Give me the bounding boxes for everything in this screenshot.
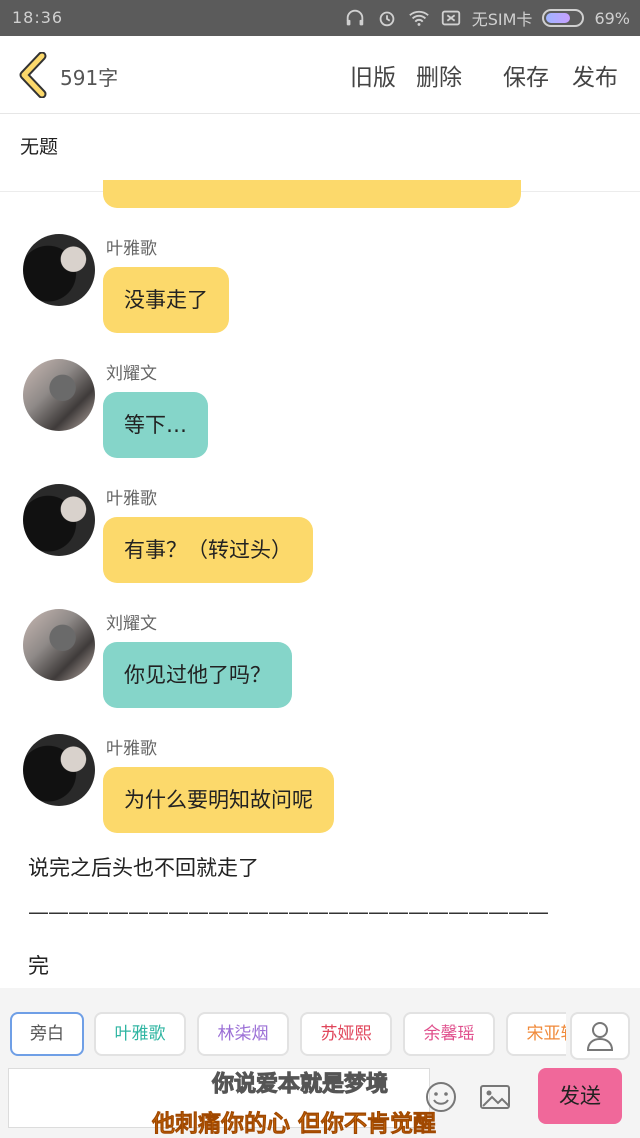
message-bubble: 为什么要明知故问呢 <box>103 767 334 833</box>
avatar <box>23 484 95 556</box>
back-icon[interactable] <box>16 52 50 98</box>
avatar <box>23 234 95 306</box>
word-count: 591字 <box>60 66 119 90</box>
divider-line: —————————————————————————— <box>28 900 549 924</box>
message-bubble: 你见过他了吗？ <box>103 642 292 708</box>
status-icons: 无SIM卡 69% <box>344 6 630 30</box>
chat-message[interactable]: 叶雅歌 有事？（转过头） <box>0 484 640 594</box>
image-icon[interactable] <box>478 1080 512 1114</box>
role-chip[interactable]: 苏娅熙 <box>300 1012 392 1056</box>
avatar <box>23 734 95 806</box>
message-bubble: 有事？（转过头） <box>103 517 313 583</box>
publish-button[interactable]: 发布 <box>572 58 618 92</box>
sim-status: 无SIM卡 <box>471 10 533 29</box>
lyrics-overlay-line2: 他刺痛你的心 但你不肯觉醒 <box>152 1111 437 1138</box>
avatar <box>23 609 95 681</box>
speaker-name: 叶雅歌 <box>106 739 157 759</box>
end-text[interactable]: 完 <box>28 950 49 980</box>
battery-fill <box>546 13 570 23</box>
delete-button[interactable]: 删除 <box>416 58 462 92</box>
role-chip[interactable]: 叶雅歌 <box>94 1012 186 1056</box>
role-chip-narrator[interactable]: 旁白 <box>10 1012 84 1056</box>
role-chip[interactable]: 余馨瑶 <box>403 1012 495 1056</box>
no-sim-icon <box>441 10 460 26</box>
lyrics-overlay-line1: 你说爱本就是梦境 <box>211 1072 389 1098</box>
narration-text[interactable]: 说完之后头也不回就走了 <box>28 852 259 882</box>
previous-message-bubble <box>103 180 521 208</box>
status-bar: 18:36 无SIM卡 69% <box>0 0 640 36</box>
speaker-name: 刘耀文 <box>106 614 157 634</box>
alarm-icon <box>379 11 395 27</box>
add-role-button[interactable] <box>570 1012 630 1060</box>
save-button[interactable]: 保存 <box>503 58 549 92</box>
wifi-icon <box>408 10 429 26</box>
speaker-name: 叶雅歌 <box>106 239 157 259</box>
message-bubble: 等下… <box>103 392 208 458</box>
avatar <box>23 359 95 431</box>
user-icon <box>586 1022 614 1051</box>
send-button[interactable]: 发送 <box>538 1068 622 1124</box>
role-selector: 旁白 叶雅歌 林柒烟 苏娅熙 余馨瑶 宋亚轩 <box>0 1000 566 1060</box>
message-bubble: 没事走了 <box>103 267 229 333</box>
speaker-name: 叶雅歌 <box>106 489 157 509</box>
battery-percent: 69% <box>594 8 630 28</box>
battery-icon <box>542 9 585 27</box>
story-title: 无题 <box>20 136 59 158</box>
headset-icon <box>346 9 363 26</box>
chat-message[interactable]: 叶雅歌 没事走了 <box>0 234 640 344</box>
editor-header: 591字 旧版 删除 保存 发布 <box>0 36 640 114</box>
role-chip[interactable]: 林柒烟 <box>197 1012 289 1056</box>
status-time: 18:36 <box>12 8 64 27</box>
role-chip[interactable]: 宋亚轩 <box>506 1012 566 1056</box>
chat-message[interactable]: 刘耀文 等下… <box>0 359 640 469</box>
speaker-name: 刘耀文 <box>106 364 157 384</box>
chat-message[interactable]: 刘耀文 你见过他了吗？ <box>0 609 640 719</box>
chat-message[interactable]: 叶雅歌 为什么要明知故问呢 <box>0 734 640 844</box>
old-version-button[interactable]: 旧版 <box>350 58 396 92</box>
